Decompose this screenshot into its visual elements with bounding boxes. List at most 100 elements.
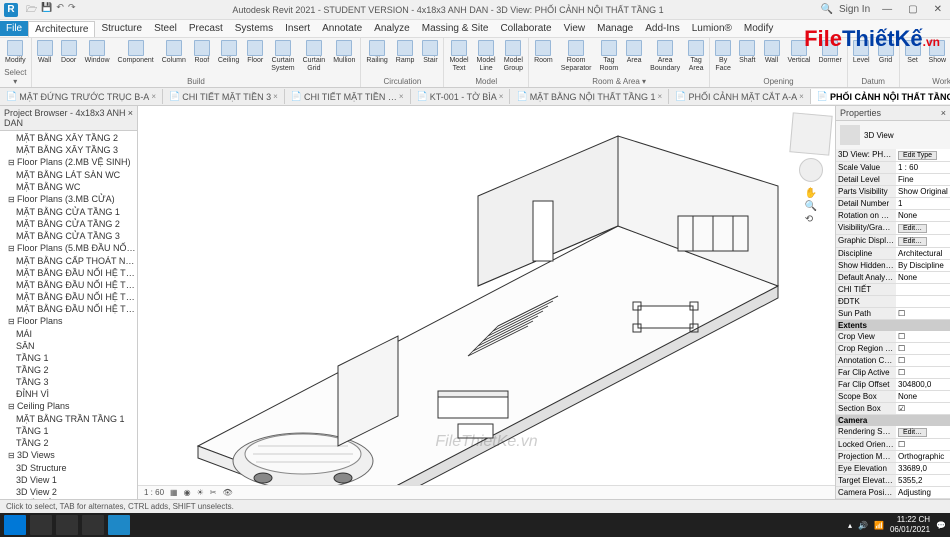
view-control-bar[interactable]: 1 : 60 ▦ ◉ ☀ ✂ 👁	[138, 485, 835, 499]
prop-value[interactable]: Show Original	[896, 186, 950, 197]
tool-room[interactable]: Room	[531, 39, 556, 77]
tree-item[interactable]: 3D Structure	[0, 462, 137, 474]
qa-undo-icon[interactable]: ↶	[56, 2, 64, 18]
tree-item[interactable]: MẶT BẰNG WC	[0, 181, 137, 193]
tool-shaft[interactable]: Shaft	[736, 39, 758, 77]
tray-icon[interactable]: ▴	[848, 521, 852, 530]
tool-model[interactable]: Model Group	[501, 39, 526, 77]
prop-value[interactable]: Adjusting	[896, 487, 950, 498]
prop-value[interactable]	[896, 284, 950, 295]
vc-icon[interactable]: ✂	[210, 488, 217, 497]
tool-by[interactable]: By Face	[712, 39, 734, 77]
prop-value[interactable]: ☐	[896, 343, 950, 354]
prop-value[interactable]: ☐	[896, 331, 950, 342]
qa-redo-icon[interactable]: ↷	[68, 2, 76, 18]
prop-value[interactable]: None	[896, 272, 950, 283]
menu-tab-analyze[interactable]: Analyze	[368, 21, 416, 36]
tree-item[interactable]: MẶT BẰNG ĐẦU NỐI HỆ THỐNG THOÁ	[0, 279, 137, 291]
tool-curtain[interactable]: Curtain System	[268, 39, 297, 77]
tree-item[interactable]: 3D View 1	[0, 474, 137, 486]
tree-item[interactable]: TẦNG 1	[0, 425, 137, 437]
tool-wall[interactable]: Wall	[34, 39, 56, 77]
prop-value[interactable]: ☐	[896, 439, 950, 450]
type-selector[interactable]: 3D View	[836, 121, 950, 149]
minimize-icon[interactable]: —	[878, 4, 896, 15]
prop-value[interactable]	[896, 296, 950, 307]
tool-tag[interactable]: Tag Room	[597, 39, 622, 77]
tree-item[interactable]: Floor Plans	[0, 315, 137, 328]
tree-item[interactable]: ĐỈNH VÌ	[0, 388, 137, 400]
tree-item[interactable]: MÁI	[0, 328, 137, 340]
edit-type-button[interactable]: Edit Type	[898, 151, 937, 160]
tool-floor[interactable]: Floor	[244, 39, 266, 77]
tool-area[interactable]: Area Boundary	[647, 39, 683, 77]
prop-value[interactable]: ☑	[896, 403, 950, 414]
tool-model[interactable]: Model Text	[446, 39, 471, 77]
qa-open-icon[interactable]: 🗁	[26, 2, 37, 18]
menu-tab-systems[interactable]: Systems	[229, 21, 279, 36]
menu-tab-structure[interactable]: Structure	[95, 21, 148, 36]
tool-stair[interactable]: Stair	[419, 39, 441, 77]
qa-save-icon[interactable]: 💾	[41, 2, 52, 18]
prop-value[interactable]: None	[896, 391, 950, 402]
tool-window[interactable]: Window	[82, 39, 113, 77]
tree-item[interactable]: 3D Views	[0, 449, 137, 462]
tree-item[interactable]: TẦNG 2	[0, 437, 137, 449]
tool-mullion[interactable]: Mullion	[330, 39, 358, 77]
panel-close-icon[interactable]: ×	[941, 108, 946, 118]
system-tray[interactable]: ▴ 🔊 📶 11:22 CH06/01/2021 💬	[848, 515, 946, 535]
menu-tab-architecture[interactable]: Architecture	[28, 21, 95, 37]
view-tab[interactable]: 📄MẬT ĐỨNG TRƯỚC TRỤC B-A×	[0, 89, 163, 104]
tree-item[interactable]: PHỐI CẢNH	[0, 498, 137, 499]
taskbar-app[interactable]	[108, 515, 130, 535]
menu-tab-collaborate[interactable]: Collaborate	[494, 21, 557, 36]
view-tab[interactable]: 📄CHI TIẾT MẶT TIỀN …×	[285, 89, 411, 104]
vc-icon[interactable]: 👁	[222, 488, 232, 497]
prop-value[interactable]: Fine	[896, 174, 950, 185]
tool-roof[interactable]: Roof	[191, 39, 213, 77]
signin-link[interactable]: Sign In	[839, 4, 870, 15]
tool-tag[interactable]: Tag Area	[685, 39, 707, 77]
prop-value[interactable]: 1 : 60	[896, 162, 950, 173]
prop-value[interactable]: Architectural	[896, 248, 950, 259]
tool-ramp[interactable]: Ramp	[393, 39, 418, 77]
panel-close-icon[interactable]: ×	[128, 108, 133, 128]
tool-wall[interactable]: Wall	[761, 39, 783, 77]
prop-value[interactable]: Edit…	[896, 222, 950, 234]
prop-value[interactable]: None	[896, 210, 950, 221]
menu-tab-view[interactable]: View	[558, 21, 592, 36]
prop-value[interactable]: 5355,2	[896, 475, 950, 486]
tree-item[interactable]: MẶT BẰNG CỬA TẦNG 3	[0, 230, 137, 242]
nav-wheel[interactable]	[799, 158, 823, 182]
tray-icon[interactable]: 🔊	[858, 521, 868, 530]
start-button[interactable]	[4, 515, 26, 535]
tree-item[interactable]: MẶT BẰNG XÂY TẦNG 2	[0, 132, 137, 144]
menu-tab-lumion®[interactable]: Lumion®	[686, 21, 738, 36]
prop-value[interactable]: By Discipline	[896, 260, 950, 271]
prop-value[interactable]: Edit…	[896, 426, 950, 438]
menu-tab-precast[interactable]: Precast	[183, 21, 229, 36]
prop-value[interactable]: 1	[896, 198, 950, 209]
menu-tab-annotate[interactable]: Annotate	[316, 21, 368, 36]
tree-item[interactable]: TẦNG 3	[0, 376, 137, 388]
prop-value[interactable]: 33689,0	[896, 463, 950, 474]
menu-tab-massing & site[interactable]: Massing & Site	[416, 21, 495, 36]
taskbar-app[interactable]	[30, 515, 52, 535]
project-tree[interactable]: MẶT BẰNG XÂY TẦNG 2MẶT BẰNG XÂY TẦNG 3Fl…	[0, 131, 137, 499]
tool-railing[interactable]: Railing	[363, 39, 390, 77]
search-icon[interactable]: 🔍	[821, 4, 833, 15]
canvas-3d-view[interactable]: ✋ 🔍 ⟲ FileThietKe.vn 1 : 60 ▦ ◉ ☀ ✂ 👁	[138, 106, 835, 499]
prop-value[interactable]: Edit…	[896, 235, 950, 247]
viewcube[interactable]	[789, 112, 832, 155]
tool-ceiling[interactable]: Ceiling	[215, 39, 242, 77]
prop-value[interactable]: ☐	[896, 367, 950, 378]
menu-tab-manage[interactable]: Manage	[591, 21, 639, 36]
maximize-icon[interactable]: ▢	[904, 4, 921, 15]
view-tab[interactable]: 📄PHỐI CẢNH NỘI THẤT TẦNG 1×	[811, 89, 950, 104]
tree-item[interactable]: Floor Plans (5.MB ĐẦU NỐI ME)	[0, 242, 137, 255]
tool-modify[interactable]: Modify	[2, 39, 29, 68]
notification-icon[interactable]: 💬	[936, 521, 946, 530]
vc-icon[interactable]: ◉	[184, 488, 191, 497]
tree-item[interactable]: 3D View 2	[0, 486, 137, 498]
orbit-icon[interactable]: ⟲	[805, 214, 817, 225]
